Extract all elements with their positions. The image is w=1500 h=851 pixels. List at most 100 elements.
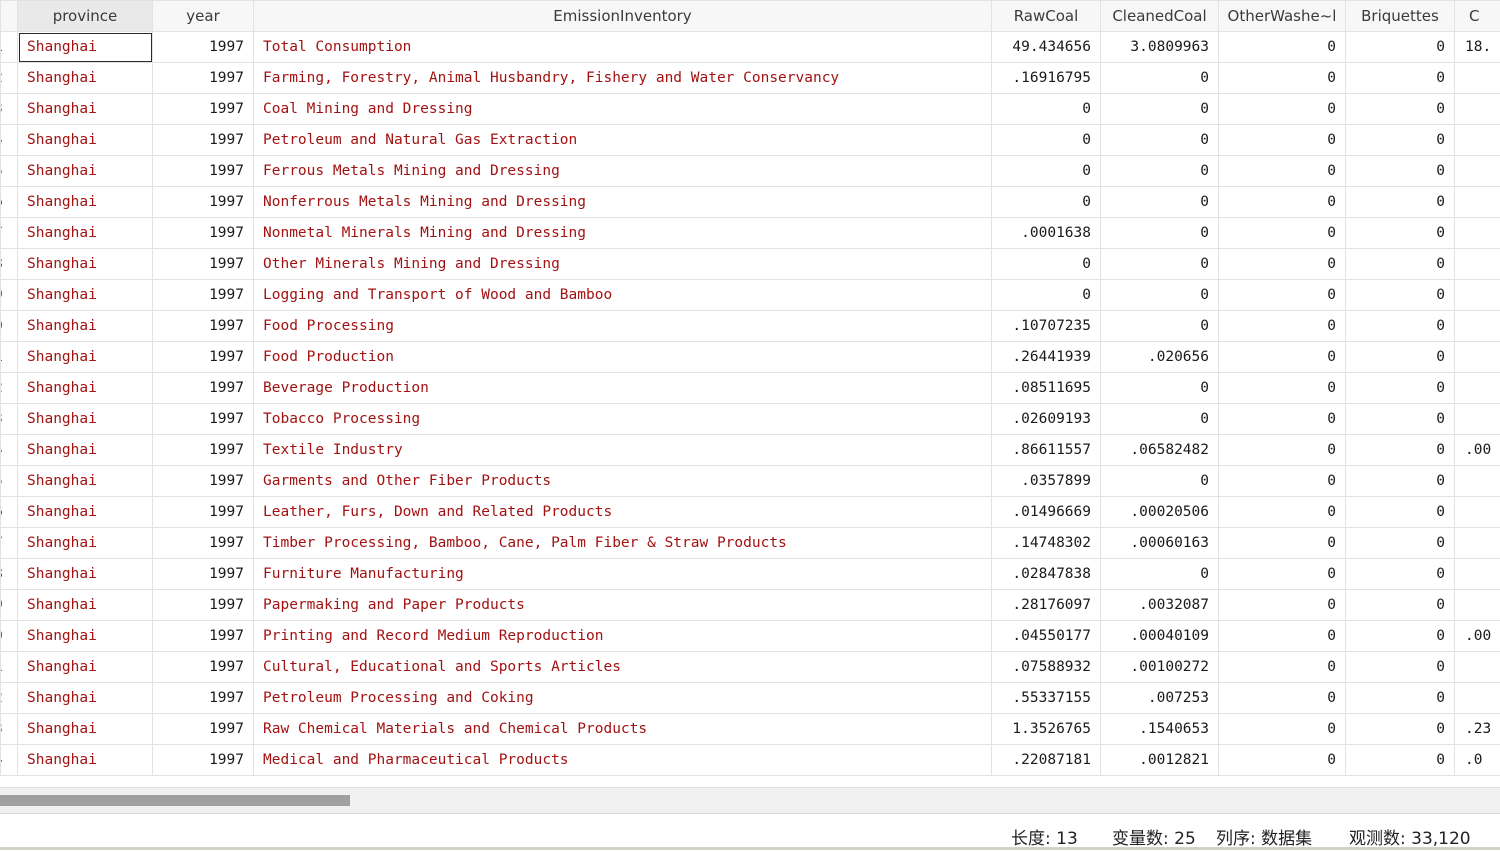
table-row[interactable]: 9Shanghai1997Logging and Transport of Wo… <box>1 280 1500 311</box>
cell-rawcoal[interactable]: .16916795 <box>992 63 1101 94</box>
cell-otherwashed[interactable]: 0 <box>1219 125 1346 156</box>
cell-province[interactable]: Shanghai <box>18 187 153 218</box>
cell-otherwashed[interactable]: 0 <box>1219 373 1346 404</box>
data-grid-viewport[interactable]: province year EmissionInventory RawCoal … <box>0 0 1500 787</box>
cell-rawcoal[interactable]: .01496669 <box>992 497 1101 528</box>
cell-emissioninventory[interactable]: Tobacco Processing <box>254 404 992 435</box>
horizontal-scrollbar[interactable] <box>0 787 1500 813</box>
cell-rawcoal[interactable]: 0 <box>992 280 1101 311</box>
cell-province[interactable]: Shanghai <box>18 32 153 63</box>
cell-clipped[interactable] <box>1455 156 1500 187</box>
cell-briquettes[interactable]: 0 <box>1346 373 1455 404</box>
cell-province[interactable]: Shanghai <box>18 249 153 280</box>
cell-otherwashed[interactable]: 0 <box>1219 187 1346 218</box>
cell-province[interactable]: Shanghai <box>18 590 153 621</box>
cell-year[interactable]: 1997 <box>153 559 254 590</box>
cell-cleanedcoal[interactable]: 0 <box>1101 466 1219 497</box>
cell-clipped[interactable] <box>1455 311 1500 342</box>
cell-province[interactable]: Shanghai <box>18 559 153 590</box>
cell-otherwashed[interactable]: 0 <box>1219 156 1346 187</box>
cell-cleanedcoal[interactable]: 0 <box>1101 249 1219 280</box>
cell-rawcoal[interactable]: .86611557 <box>992 435 1101 466</box>
cell-otherwashed[interactable]: 0 <box>1219 63 1346 94</box>
cell-clipped[interactable] <box>1455 528 1500 559</box>
cell-cleanedcoal[interactable]: 0 <box>1101 156 1219 187</box>
cell-rawcoal[interactable]: .08511695 <box>992 373 1101 404</box>
table-row[interactable]: 5Shanghai1997Garments and Other Fiber Pr… <box>1 466 1500 497</box>
cell-emissioninventory[interactable]: Petroleum Processing and Coking <box>254 683 992 714</box>
cell-otherwashed[interactable]: 0 <box>1219 652 1346 683</box>
cell-year[interactable]: 1997 <box>153 745 254 776</box>
table-row[interactable]: 1Shanghai1997Food Production.26441939.02… <box>1 342 1500 373</box>
cell-rawcoal[interactable]: 49.434656 <box>992 32 1101 63</box>
cell-province[interactable]: Shanghai <box>18 683 153 714</box>
table-row[interactable]: 4Shanghai1997Textile Industry.86611557.0… <box>1 435 1500 466</box>
cell-rawcoal[interactable]: .04550177 <box>992 621 1101 652</box>
cell-clipped[interactable] <box>1455 187 1500 218</box>
cell-rawcoal[interactable]: .0001638 <box>992 218 1101 249</box>
cell-clipped[interactable] <box>1455 342 1500 373</box>
cell-province[interactable]: Shanghai <box>18 125 153 156</box>
cell-province[interactable]: Shanghai <box>18 621 153 652</box>
cell-province[interactable]: Shanghai <box>18 280 153 311</box>
cell-clipped[interactable] <box>1455 218 1500 249</box>
cell-cleanedcoal[interactable]: 0 <box>1101 63 1219 94</box>
cell-year[interactable]: 1997 <box>153 311 254 342</box>
cell-briquettes[interactable]: 0 <box>1346 621 1455 652</box>
cell-province[interactable]: Shanghai <box>18 404 153 435</box>
cell-cleanedcoal[interactable]: 0 <box>1101 94 1219 125</box>
cell-province[interactable]: Shanghai <box>18 373 153 404</box>
cell-clipped[interactable] <box>1455 125 1500 156</box>
cell-year[interactable]: 1997 <box>153 714 254 745</box>
table-row[interactable]: 7Shanghai1997Nonmetal Minerals Mining an… <box>1 218 1500 249</box>
cell-year[interactable]: 1997 <box>153 466 254 497</box>
cell-otherwashed[interactable]: 0 <box>1219 528 1346 559</box>
cell-emissioninventory[interactable]: Timber Processing, Bamboo, Cane, Palm Fi… <box>254 528 992 559</box>
table-row[interactable]: 3Shanghai1997Raw Chemical Materials and … <box>1 714 1500 745</box>
cell-province[interactable]: Shanghai <box>18 94 153 125</box>
cell-emissioninventory[interactable]: Logging and Transport of Wood and Bamboo <box>254 280 992 311</box>
cell-emissioninventory[interactable]: Food Processing <box>254 311 992 342</box>
cell-emissioninventory[interactable]: Coal Mining and Dressing <box>254 94 992 125</box>
cell-otherwashed[interactable]: 0 <box>1219 621 1346 652</box>
cell-briquettes[interactable]: 0 <box>1346 745 1455 776</box>
cell-clipped[interactable] <box>1455 497 1500 528</box>
table-row[interactable]: 4Shanghai1997Medical and Pharmaceutical … <box>1 745 1500 776</box>
cell-cleanedcoal[interactable]: .0032087 <box>1101 590 1219 621</box>
cell-rawcoal[interactable]: .55337155 <box>992 683 1101 714</box>
cell-briquettes[interactable]: 0 <box>1346 280 1455 311</box>
cell-rawcoal[interactable]: .10707235 <box>992 311 1101 342</box>
cell-briquettes[interactable]: 0 <box>1346 94 1455 125</box>
cell-emissioninventory[interactable]: Raw Chemical Materials and Chemical Prod… <box>254 714 992 745</box>
cell-province[interactable]: Shanghai <box>18 156 153 187</box>
table-row[interactable]: 2Shanghai1997Beverage Production.0851169… <box>1 373 1500 404</box>
cell-cleanedcoal[interactable]: 0 <box>1101 125 1219 156</box>
cell-briquettes[interactable]: 0 <box>1346 466 1455 497</box>
cell-rawcoal[interactable]: .02609193 <box>992 404 1101 435</box>
cell-briquettes[interactable]: 0 <box>1346 590 1455 621</box>
cell-briquettes[interactable]: 0 <box>1346 63 1455 94</box>
cell-emissioninventory[interactable]: Food Production <box>254 342 992 373</box>
cell-year[interactable]: 1997 <box>153 590 254 621</box>
cell-clipped[interactable] <box>1455 559 1500 590</box>
cell-otherwashed[interactable]: 0 <box>1219 342 1346 373</box>
table-row[interactable]: 7Shanghai1997Timber Processing, Bamboo, … <box>1 528 1500 559</box>
cell-clipped[interactable] <box>1455 94 1500 125</box>
table-row[interactable]: 1Shanghai1997Cultural, Educational and S… <box>1 652 1500 683</box>
cell-province[interactable]: Shanghai <box>18 714 153 745</box>
cell-briquettes[interactable]: 0 <box>1346 559 1455 590</box>
horizontal-scrollbar-thumb[interactable] <box>0 795 350 806</box>
table-row[interactable]: 4Shanghai1997Petroleum and Natural Gas E… <box>1 125 1500 156</box>
cell-cleanedcoal[interactable]: 0 <box>1101 280 1219 311</box>
cell-briquettes[interactable]: 0 <box>1346 404 1455 435</box>
cell-briquettes[interactable]: 0 <box>1346 156 1455 187</box>
cell-briquettes[interactable]: 0 <box>1346 249 1455 280</box>
cell-emissioninventory[interactable]: Ferrous Metals Mining and Dressing <box>254 156 992 187</box>
cell-year[interactable]: 1997 <box>153 652 254 683</box>
cell-province[interactable]: Shanghai <box>18 652 153 683</box>
cell-emissioninventory[interactable]: Nonmetal Minerals Mining and Dressing <box>254 218 992 249</box>
cell-otherwashed[interactable]: 0 <box>1219 745 1346 776</box>
cell-rawcoal[interactable]: .0357899 <box>992 466 1101 497</box>
cell-province[interactable]: Shanghai <box>18 435 153 466</box>
cell-briquettes[interactable]: 0 <box>1346 32 1455 63</box>
